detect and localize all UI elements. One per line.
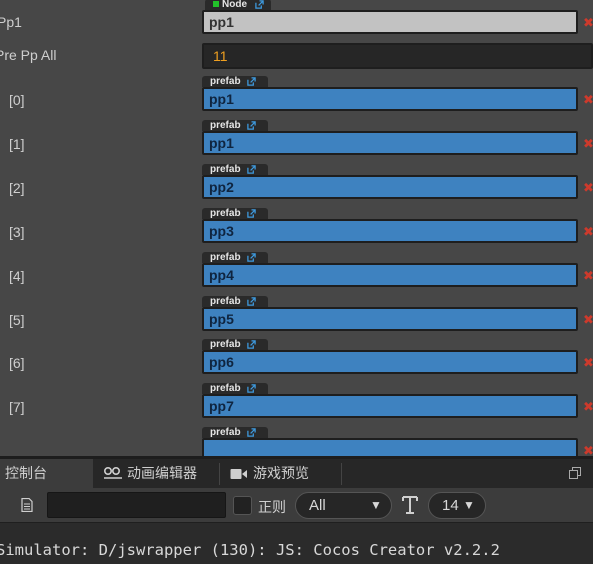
tab-animation-editor[interactable]: 动画编辑器 [101,459,219,488]
chevron-down-icon: ▼ [370,498,382,512]
console-output: Simulator: D/jswrapper (130): JS: Cocos … [0,522,593,564]
prefab-type-tag: prefab [202,427,268,438]
prefab-type-tag: prefab [202,164,268,175]
pre-pp-all-input[interactable]: 11 [202,43,593,69]
pre-pp-all-label: Pre Pp All [0,47,57,63]
prefab-field[interactable]: pp7 [202,394,578,418]
log-line: Simulator: D/jswrapper (130): JS: Cocos … [0,541,500,559]
pp1-remove-button[interactable]: ✖ [583,16,593,29]
prefab-type-tag: prefab [202,208,268,219]
prefab-field[interactable] [202,438,578,456]
maximize-icon[interactable] [569,467,581,479]
prefab-remove-button[interactable]: ✖ [583,400,593,413]
prefab-type-tag: prefab [202,120,268,131]
array-index-label: [7] [9,399,25,415]
regex-checkbox[interactable] [233,496,252,515]
array-index-label: [5] [9,312,25,328]
camera-icon [230,469,247,479]
prefab-tag-label: prefab [210,252,241,263]
external-link-icon[interactable] [247,428,256,437]
external-link-icon[interactable] [247,253,256,262]
array-index-label: [4] [9,268,25,284]
external-link-icon[interactable] [247,384,256,393]
external-link-icon[interactable] [247,209,256,218]
log-level-value: All [309,497,326,514]
prefab-tag-label: prefab [210,120,241,131]
prefab-type-tag: prefab [202,339,268,350]
font-size-value: 14 [442,497,459,514]
node-type-tag: Node [205,0,271,10]
node-icon [213,1,219,7]
animation-icon [103,466,122,479]
tab-console-label: 控制台 [5,465,47,481]
tab-divider [341,463,342,485]
font-size-select[interactable]: 14 ▼ [428,492,486,519]
prefab-remove-button[interactable]: ✖ [583,137,593,150]
tab-animation-label: 动画编辑器 [127,465,197,481]
prefab-tag-label: prefab [210,208,241,219]
font-size-icon [402,496,418,514]
console-panel: 控制台 动画编辑器 游戏预览 正则 All ▼ 14 ▼ Simulator: … [0,456,593,564]
external-link-icon[interactable] [247,121,256,130]
panel-tabbar: 控制台 动画编辑器 游戏预览 [0,456,593,488]
prefab-remove-button[interactable]: ✖ [583,444,593,456]
prefab-type-tag: prefab [202,252,268,263]
log-level-select[interactable]: All ▼ [295,492,392,519]
prefab-field[interactable]: pp2 [202,175,578,199]
prefab-tag-label: prefab [210,164,241,175]
regex-label: 正则 [258,499,286,515]
tab-console[interactable]: 控制台 [0,459,93,488]
prefab-remove-button[interactable]: ✖ [583,269,593,282]
prefab-field[interactable]: pp5 [202,307,578,331]
external-link-icon[interactable] [247,77,256,86]
pp1-label: Pp1 [0,14,22,30]
tab-game-preview[interactable]: 游戏预览 [229,459,339,488]
inspector-panel: Pp1 Node pp1 ✖ Pre Pp All 11 [0] prefab pp… [0,0,593,456]
prefab-type-tag: prefab [202,76,268,87]
prefab-remove-button[interactable]: ✖ [583,313,593,326]
console-toolbar: 正则 All ▼ 14 ▼ [0,488,593,522]
prefab-field[interactable]: pp1 [202,87,578,111]
prefab-remove-button[interactable]: ✖ [583,225,593,238]
array-index-label: [3] [9,224,25,240]
external-link-icon[interactable] [247,297,256,306]
node-tag-label: Node [222,0,247,10]
prefab-tag-label: prefab [210,339,241,350]
external-link-icon[interactable] [247,340,256,349]
prefab-type-tag: prefab [202,383,268,394]
log-search-input[interactable] [47,492,226,518]
array-index-label: [2] [9,180,25,196]
prefab-tag-label: prefab [210,383,241,394]
prefab-tag-label: prefab [210,427,241,438]
prefab-tag-label: prefab [210,76,241,87]
array-index-label: [0] [9,92,25,108]
external-link-icon[interactable] [255,0,264,9]
prefab-field[interactable]: pp4 [202,263,578,287]
external-link-icon[interactable] [247,165,256,174]
chevron-down-icon: ▼ [463,498,475,512]
prefab-remove-button[interactable]: ✖ [583,93,593,106]
tab-game-preview-label: 游戏预览 [253,465,309,481]
prefab-tag-label: prefab [210,296,241,307]
pp1-field[interactable]: pp1 [202,10,578,34]
array-index-label: [1] [9,136,25,152]
tab-divider [219,463,220,485]
prefab-remove-button[interactable]: ✖ [583,356,593,369]
array-index-label: [6] [9,355,25,371]
prefab-remove-button[interactable]: ✖ [583,181,593,194]
clear-log-icon[interactable] [20,498,34,512]
prefab-field[interactable]: pp1 [202,131,578,155]
prefab-field[interactable]: pp3 [202,219,578,243]
prefab-type-tag: prefab [202,296,268,307]
prefab-field[interactable]: pp6 [202,350,578,374]
